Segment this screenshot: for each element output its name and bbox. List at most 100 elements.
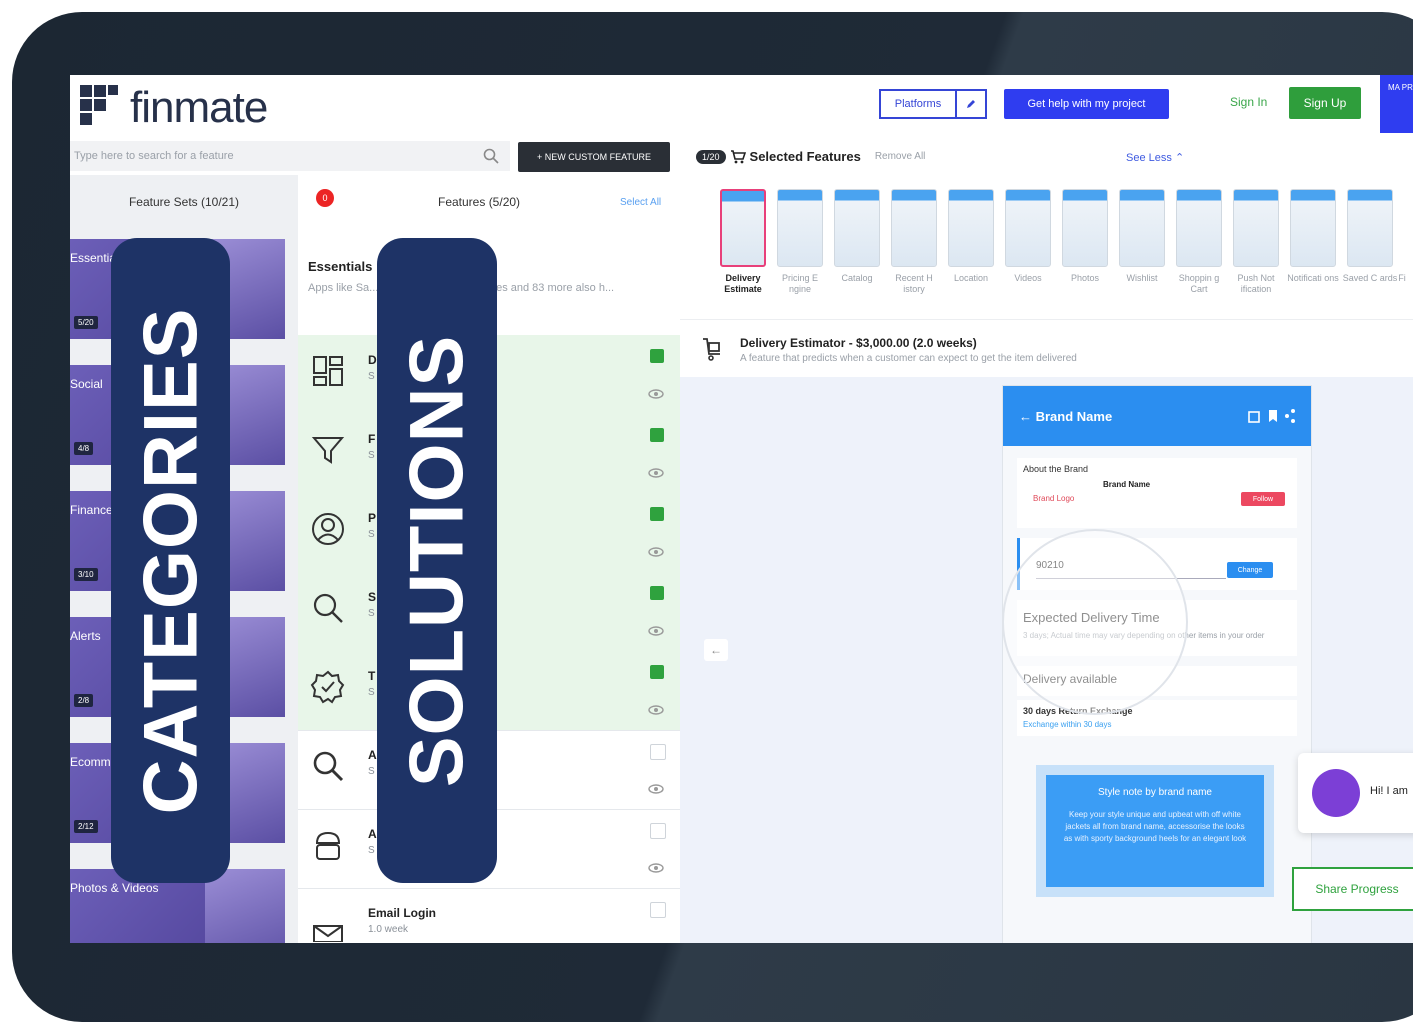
thumbnail-label: Push Not ification [1237,273,1275,294]
feature-checkbox[interactable] [650,428,664,442]
share-icon[interactable] [1247,408,1297,424]
eye-icon[interactable] [648,547,664,557]
card-badge: 2/8 [74,694,94,707]
feature-thumbnail[interactable] [1062,189,1108,267]
feature-sub: S [368,845,375,856]
thumbnail-label: Delivery Estimate [724,273,762,294]
card-label: Finance [70,503,113,517]
pencil-icon[interactable] [955,91,985,117]
card-image [205,869,285,943]
feature-checkbox[interactable] [650,665,664,679]
eye-icon[interactable] [648,863,664,873]
card-badge: 5/20 [74,316,98,329]
about-title: About the Brand [1023,464,1089,474]
change-zip-button[interactable]: Change [1227,562,1273,578]
card-label: Alerts [70,629,101,643]
selected-features-panel: 1/20 Selected Features Remove All See Le… [680,141,1413,943]
card-label: Photos & Videos [70,881,159,895]
selected-thumbnails: Delivery Estimate Pricing E ngine Catalo… [720,189,1413,309]
about-brand-card: About the Brand Brand Logo Brand Name Fo… [1017,458,1297,528]
feature-checkbox[interactable] [650,823,666,839]
feature-thumbnail[interactable] [720,189,766,267]
essentials-title: Essentials [308,259,373,274]
detail-description: A feature that predicts when a customer … [740,353,1077,364]
cart-icon [730,149,746,163]
corner-badge[interactable]: MA PR [1380,75,1413,133]
card-badge: 4/8 [74,442,94,455]
feature-row[interactable]: Email Login 1.0 week [298,888,680,943]
eye-icon[interactable] [648,468,664,478]
delivery-icon [703,338,720,361]
feature-thumbnail[interactable] [1005,189,1051,267]
share-progress-button[interactable]: Share Progress [1292,867,1413,911]
solutions-label: SOLUTIONS [394,334,480,787]
feature-checkbox[interactable] [650,349,664,363]
feature-search-input[interactable]: Type here to search for a feature [70,141,510,171]
remove-all-link[interactable]: Remove All [875,151,926,162]
feature-checkbox[interactable] [650,586,664,600]
chat-avatar [1312,769,1360,817]
finmate-logo[interactable]: finmate [80,83,268,133]
feature-thumbnail[interactable] [1347,189,1393,267]
feature-name: F [368,432,376,446]
eye-icon[interactable] [648,784,664,794]
thumbnail-label: Videos [1014,273,1042,283]
new-custom-feature-button[interactable]: + NEW CUSTOM FEATURE [518,142,670,172]
card-badge: 2/12 [74,820,98,833]
feature-checkbox[interactable] [650,744,666,760]
logo-text: finmate [130,83,268,132]
chat-widget[interactable]: Hi! I am [1298,753,1413,833]
thumbnail-label: Location [953,273,989,283]
feature-checkbox[interactable] [650,902,666,918]
eye-icon[interactable] [648,705,664,715]
categories-label: CATEGORIES [128,307,213,814]
card-badge: 3/10 [74,568,98,581]
feature-name: S [368,590,377,604]
eye-icon[interactable] [648,389,664,399]
feature-thumbnail[interactable] [948,189,994,267]
feature-preview: ← ← Brand Name About the Brand Brand Log… [680,377,1413,943]
feature-checkbox[interactable] [650,507,664,521]
feature-name: A [368,748,377,762]
get-help-button[interactable]: Get help with my project [1004,89,1169,119]
thumbnail-label: Notificati ons [1287,273,1339,283]
follow-button[interactable]: Follow [1241,492,1285,506]
feature-thumbnail[interactable] [891,189,937,267]
feature-sub: S [368,371,375,382]
thumbnail-label: Photos [1070,273,1100,283]
feature-sets-title: Feature Sets (10/21) [128,195,240,209]
feature-thumbnail[interactable] [1233,189,1279,267]
filter-icon [311,437,345,464]
search-icon [313,593,343,623]
thumbnail-label: Recent H istory [895,273,933,294]
back-arrow-button[interactable]: ← [704,639,728,661]
feature-sub: S [368,529,375,540]
select-all-link[interactable]: Select All [620,197,661,208]
feature-thumbnail[interactable] [834,189,880,267]
style-note-title: Style note by brand name [1098,787,1212,798]
cart-badge[interactable]: 0 [316,189,334,207]
return-link[interactable]: Exchange within 30 days [1023,720,1112,729]
platforms-label: Platforms [894,98,942,110]
chat-greeting: Hi! I am [1370,785,1408,797]
brand-name: Brand Name [1103,480,1151,489]
feature-thumbnail[interactable] [1119,189,1165,267]
feature-name: P [368,511,377,525]
feature-thumbnail[interactable] [777,189,823,267]
sign-up-button[interactable]: Sign Up [1289,87,1361,119]
magnifier-icon [313,751,344,782]
platforms-dropdown[interactable]: Platforms [879,89,987,119]
feature-thumbnail[interactable] [1176,189,1222,267]
eye-icon[interactable] [648,626,664,636]
thumbnail-label: Fi [1398,273,1406,283]
see-less-toggle[interactable]: See Less ⌃ [1126,151,1184,164]
feature-name: D [368,353,377,367]
feature-sub: S [368,450,375,461]
thumbnail-label: Saved C ards [1342,273,1398,283]
sign-in-link[interactable]: Sign In [1230,95,1267,109]
feature-thumbnail[interactable] [1290,189,1336,267]
brand-logo: Brand Logo [1033,494,1075,503]
selected-features-bar: 1/20 Selected Features Remove All [696,149,925,164]
search-icon[interactable] [482,147,500,165]
thumbnail-label: Wishlist [1126,273,1158,283]
